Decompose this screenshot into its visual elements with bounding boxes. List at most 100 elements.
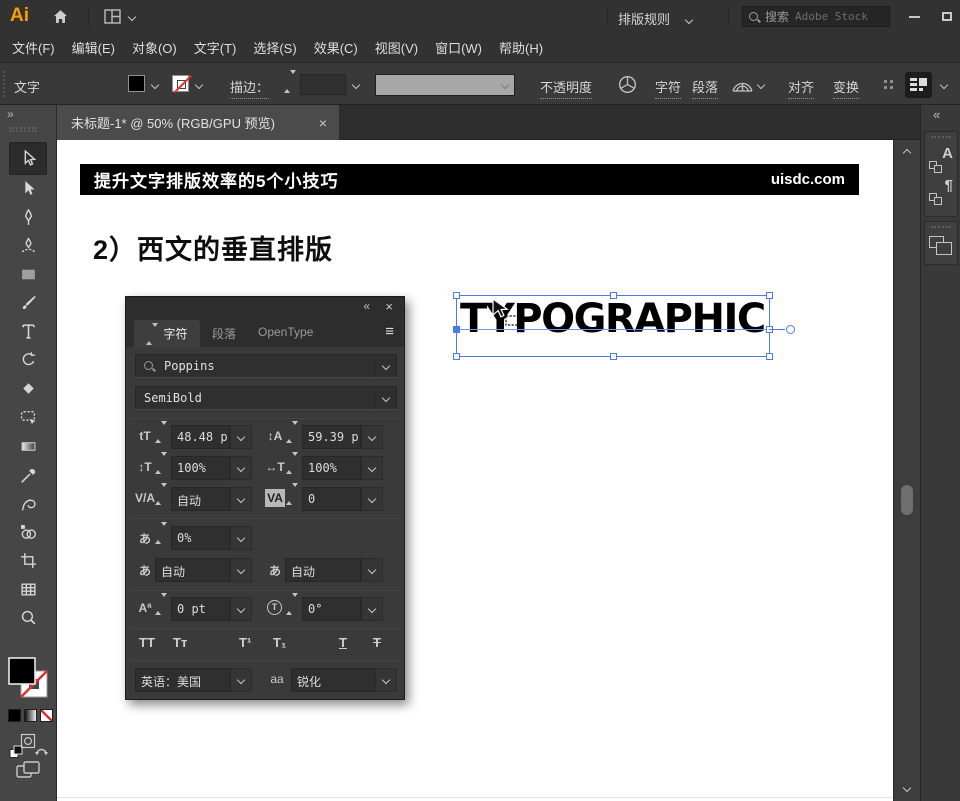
horizontal-scale-dropdown[interactable] xyxy=(361,456,383,480)
transform-panel-link[interactable]: 变换 xyxy=(833,77,859,99)
perspective-grid-tool[interactable] xyxy=(20,581,37,598)
ai-logo[interactable]: Ai xyxy=(10,5,29,27)
color-button[interactable] xyxy=(8,709,21,722)
kerning-stepper[interactable] xyxy=(155,487,170,511)
proportional-spacing-input[interactable]: 0% xyxy=(171,526,230,550)
fill-chevron-icon[interactable] xyxy=(151,81,159,89)
character-panel-titlebar[interactable]: « × xyxy=(126,297,404,317)
screen-mode-icon[interactable] xyxy=(16,760,40,785)
handle-top-mid[interactable] xyxy=(610,292,617,299)
font-family-dropdown[interactable]: Poppins xyxy=(135,354,397,378)
workspace-switcher-button[interactable] xyxy=(905,72,932,98)
dock-drag-handle[interactable] xyxy=(931,136,951,138)
brush-definition-dropdown[interactable] xyxy=(375,74,515,96)
rotate-handle-circle[interactable] xyxy=(786,325,795,334)
language-chevron[interactable] xyxy=(230,668,252,692)
proportional-spacing-stepper[interactable] xyxy=(155,526,170,550)
home-icon[interactable] xyxy=(52,8,69,30)
more-options-icon[interactable] xyxy=(884,80,894,90)
baseline-shift-stepper[interactable] xyxy=(155,597,170,621)
maximize-button[interactable] xyxy=(934,5,960,28)
horizontal-scale-input[interactable]: 100% xyxy=(302,456,361,480)
small-caps-toggle[interactable]: Tᴛ xyxy=(173,635,187,650)
direct-selection-tool[interactable] xyxy=(20,180,37,197)
paragraph-panel-link[interactable]: 段落 xyxy=(692,77,718,99)
stroke-color-swatch[interactable] xyxy=(172,75,189,92)
subscript-toggle[interactable]: T₁ xyxy=(273,635,286,650)
all-caps-toggle[interactable]: TT xyxy=(139,635,155,650)
insert-space-left-dropdown[interactable]: 自动 xyxy=(155,558,230,582)
controlbar-drag-handle[interactable] xyxy=(3,71,7,97)
expand-dock-icon[interactable]: « xyxy=(933,107,940,122)
artboards-panel-icon[interactable] xyxy=(929,236,953,258)
leading-dropdown[interactable] xyxy=(361,425,383,449)
type-tool[interactable] xyxy=(20,323,37,340)
menu-effect[interactable]: 效果(C) xyxy=(314,38,358,57)
character-rotation-stepper[interactable] xyxy=(286,597,301,621)
stroke-panel-link[interactable]: 描边： xyxy=(230,77,269,99)
pen-tool[interactable] xyxy=(20,209,37,226)
font-style-dropdown[interactable]: SemiBold xyxy=(135,386,397,410)
stock-search-input[interactable]: 搜索 Adobe Stock xyxy=(742,6,890,27)
baseline-shift-input[interactable]: 0 pt xyxy=(171,597,230,621)
expand-panel-icon[interactable]: » xyxy=(7,107,14,121)
anti-alias-dropdown[interactable]: 锐化 xyxy=(291,668,375,692)
blend-tool[interactable] xyxy=(20,496,37,513)
rectangle-tool[interactable] xyxy=(20,266,37,283)
vertical-scale-input[interactable]: 100% xyxy=(171,456,230,480)
stroke-weight-stepper[interactable] xyxy=(284,74,298,95)
tab-opentype[interactable]: OpenType xyxy=(258,325,313,339)
fill-color-swatch[interactable] xyxy=(128,75,145,92)
tab-paragraph[interactable]: 段落 xyxy=(212,325,236,342)
menu-edit[interactable]: 编辑(E) xyxy=(72,38,115,57)
stroke-weight-chevron-icon[interactable] xyxy=(352,81,360,89)
kerning-dropdown[interactable] xyxy=(230,487,252,511)
handle-mid-left[interactable] xyxy=(453,326,460,333)
document-close-icon[interactable]: × xyxy=(319,115,327,131)
menu-type[interactable]: 文字(T) xyxy=(194,38,237,57)
leading-stepper[interactable] xyxy=(286,425,301,449)
anti-alias-chevron[interactable] xyxy=(375,668,397,692)
tab-character[interactable]: 字符 xyxy=(134,320,200,347)
curvature-tool[interactable] xyxy=(20,237,37,254)
shape-builder-tool[interactable] xyxy=(20,524,37,541)
rotate-tool[interactable] xyxy=(20,351,37,368)
gradient-button[interactable] xyxy=(24,709,37,722)
vertical-scale-dropdown[interactable] xyxy=(230,456,252,480)
menu-file[interactable]: 文件(F) xyxy=(12,38,55,57)
handle-top-right[interactable] xyxy=(766,292,773,299)
kerning-input[interactable]: 自动 xyxy=(171,487,230,511)
handle-top-left[interactable] xyxy=(453,292,460,299)
menu-window[interactable]: 窗口(W) xyxy=(435,38,482,57)
workspace-chevron-icon[interactable] xyxy=(940,81,948,89)
collapse-panel-icon[interactable]: « xyxy=(363,299,370,313)
language-dropdown[interactable]: 英语：美国 xyxy=(135,668,230,692)
recolor-artwork-icon[interactable] xyxy=(618,75,637,97)
artboard-tool[interactable] xyxy=(20,552,37,569)
menu-object[interactable]: 对象(O) xyxy=(132,38,177,57)
paintbrush-tool[interactable] xyxy=(20,294,37,311)
superscript-toggle[interactable]: T¹ xyxy=(239,635,251,650)
vertical-scrollbar[interactable] xyxy=(893,140,920,801)
selection-tool[interactable] xyxy=(20,150,37,167)
tracking-stepper[interactable] xyxy=(286,487,301,511)
scrollbar-thumb[interactable] xyxy=(901,485,913,515)
opacity-link[interactable]: 不透明度 xyxy=(540,77,592,99)
dock-drag-handle[interactable] xyxy=(931,226,951,228)
stroke-chevron-icon[interactable] xyxy=(195,81,203,89)
workspace-ruleset-dropdown[interactable]: 排版规则 xyxy=(618,9,692,28)
handle-bottom-mid[interactable] xyxy=(610,353,617,360)
paragraph-styles-panel-icon[interactable]: ¶ xyxy=(928,176,954,202)
align-panel-link[interactable]: 对齐 xyxy=(788,77,814,99)
font-size-input[interactable]: 48.48 p xyxy=(171,425,230,449)
panel-menu-icon[interactable]: ≡ xyxy=(385,323,394,340)
stroke-weight-field[interactable] xyxy=(300,74,346,95)
font-style-chevron-icon[interactable] xyxy=(374,387,396,409)
character-panel-link[interactable]: 字符 xyxy=(655,77,681,99)
close-panel-icon[interactable]: × xyxy=(385,299,393,314)
tracking-dropdown[interactable] xyxy=(361,487,383,511)
handle-bottom-right[interactable] xyxy=(766,353,773,360)
eyedropper-tool[interactable] xyxy=(20,467,37,484)
document-tab[interactable]: 未标题-1* @ 50% (RGB/GPU 预览) × xyxy=(57,105,339,140)
shaper-tool[interactable] xyxy=(20,409,37,426)
